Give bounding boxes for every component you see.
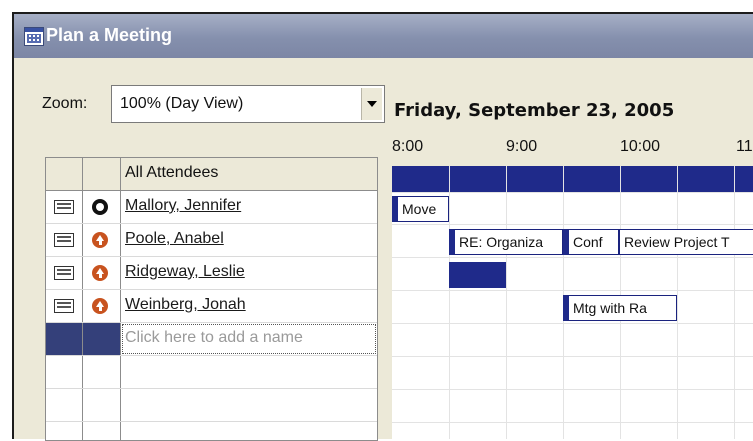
envelope-icon[interactable]	[54, 200, 74, 214]
attendee-type-col	[83, 290, 121, 322]
attendee-send-col	[46, 257, 83, 289]
attendee-name[interactable]: Poole, Anabel	[125, 230, 224, 248]
grid-line	[392, 224, 753, 225]
grid-line	[449, 166, 450, 439]
zoom-dropdown[interactable]: 100% (Day View)	[111, 85, 385, 123]
grid-line	[392, 192, 753, 193]
attendee-name-col: Weinberg, Jonah	[121, 290, 377, 322]
header-col-2	[83, 158, 121, 190]
calendar-icon	[24, 27, 44, 46]
grid-line	[392, 389, 753, 390]
chevron-down-icon[interactable]	[361, 88, 382, 120]
attendee-name-col: Mallory, Jennifer	[121, 191, 377, 223]
required-attendee-icon[interactable]	[92, 298, 108, 314]
add-row-col-2	[83, 323, 121, 355]
all-attendees-busy-bar	[392, 166, 753, 192]
attendee-send-col	[46, 191, 83, 223]
time-label: 11	[736, 138, 753, 155]
free-busy-schedule: Friday, September 23, 2005 8:00 9:00 10:…	[392, 88, 753, 439]
required-attendee-icon[interactable]	[92, 232, 108, 248]
empty-row	[46, 389, 377, 422]
zoom-label: Zoom:	[42, 95, 88, 112]
grid-line	[677, 166, 678, 439]
schedule-date: Friday, September 23, 2005	[394, 100, 675, 121]
attendee-row[interactable]: Weinberg, Jonah	[46, 290, 377, 323]
appointment-block[interactable]: RE: Organiza	[449, 229, 563, 255]
attendee-name-col: Ridgeway, Leslie	[121, 257, 377, 289]
all-attendees-header: All Attendees	[125, 164, 219, 181]
empty-col	[83, 389, 121, 421]
grid-line	[392, 323, 753, 324]
time-label: 10:00	[620, 138, 661, 155]
add-attendee-input[interactable]: Click here to add a name	[121, 323, 377, 355]
attendee-row[interactable]: Ridgeway, Leslie	[46, 257, 377, 290]
header-col-name: All Attendees	[121, 158, 377, 190]
header-col-1	[46, 158, 83, 190]
attendee-type-col	[83, 224, 121, 256]
zoom-value: 100% (Day View)	[120, 95, 244, 112]
attendee-list-header: All Attendees	[46, 158, 377, 191]
empty-col	[83, 356, 121, 388]
empty-col	[46, 389, 83, 421]
envelope-icon[interactable]	[54, 266, 74, 280]
grid-line	[506, 166, 507, 439]
envelope-icon[interactable]	[54, 299, 74, 313]
attendee-row[interactable]: Poole, Anabel	[46, 224, 377, 257]
organizer-icon[interactable]	[92, 199, 108, 215]
appointment-block[interactable]: Review Project T	[619, 229, 753, 255]
appointment-block[interactable]: Move	[392, 196, 449, 222]
grid-line	[392, 356, 753, 357]
required-attendee-icon[interactable]	[92, 265, 108, 281]
attendee-send-col	[46, 290, 83, 322]
envelope-icon[interactable]	[54, 233, 74, 247]
empty-row	[46, 356, 377, 389]
attendee-list: All Attendees Mallory, Jennifer Poole, A…	[45, 157, 378, 441]
plan-meeting-window: Plan a Meeting Zoom: 100% (Day View) All…	[12, 12, 753, 441]
appointment-block[interactable]: Mtg with Ra	[563, 295, 677, 321]
time-label: 8:00	[392, 138, 424, 155]
attendee-row[interactable]: Mallory, Jennifer	[46, 191, 377, 224]
window-title: Plan a Meeting	[46, 25, 173, 45]
attendee-name[interactable]: Mallory, Jennifer	[125, 197, 241, 215]
attendee-type-col	[83, 257, 121, 289]
title-bar: Plan a Meeting	[14, 14, 753, 58]
grid-line	[392, 422, 753, 423]
schedule-header: Friday, September 23, 2005 8:00 9:00 10:…	[392, 88, 753, 166]
time-label: 9:00	[506, 138, 538, 155]
busy-block[interactable]	[449, 262, 506, 288]
grid-line	[392, 257, 753, 258]
add-name-placeholder: Click here to add a name	[125, 329, 303, 346]
attendee-send-col	[46, 224, 83, 256]
empty-col	[46, 356, 83, 388]
empty-col	[46, 422, 83, 440]
empty-col	[83, 422, 121, 440]
add-row-col-1	[46, 323, 83, 355]
attendee-type-col	[83, 191, 121, 223]
schedule-grid[interactable]: Move RE: Organiza Conf Review Project T …	[392, 166, 753, 439]
attendee-name-col: Poole, Anabel	[121, 224, 377, 256]
add-attendee-row[interactable]: Click here to add a name	[46, 323, 377, 356]
attendee-name[interactable]: Weinberg, Jonah	[125, 296, 246, 314]
grid-line	[392, 290, 753, 291]
attendee-name[interactable]: Ridgeway, Leslie	[125, 263, 245, 281]
appointment-block[interactable]: Conf	[563, 229, 619, 255]
empty-row	[46, 422, 377, 440]
grid-line	[734, 166, 735, 439]
